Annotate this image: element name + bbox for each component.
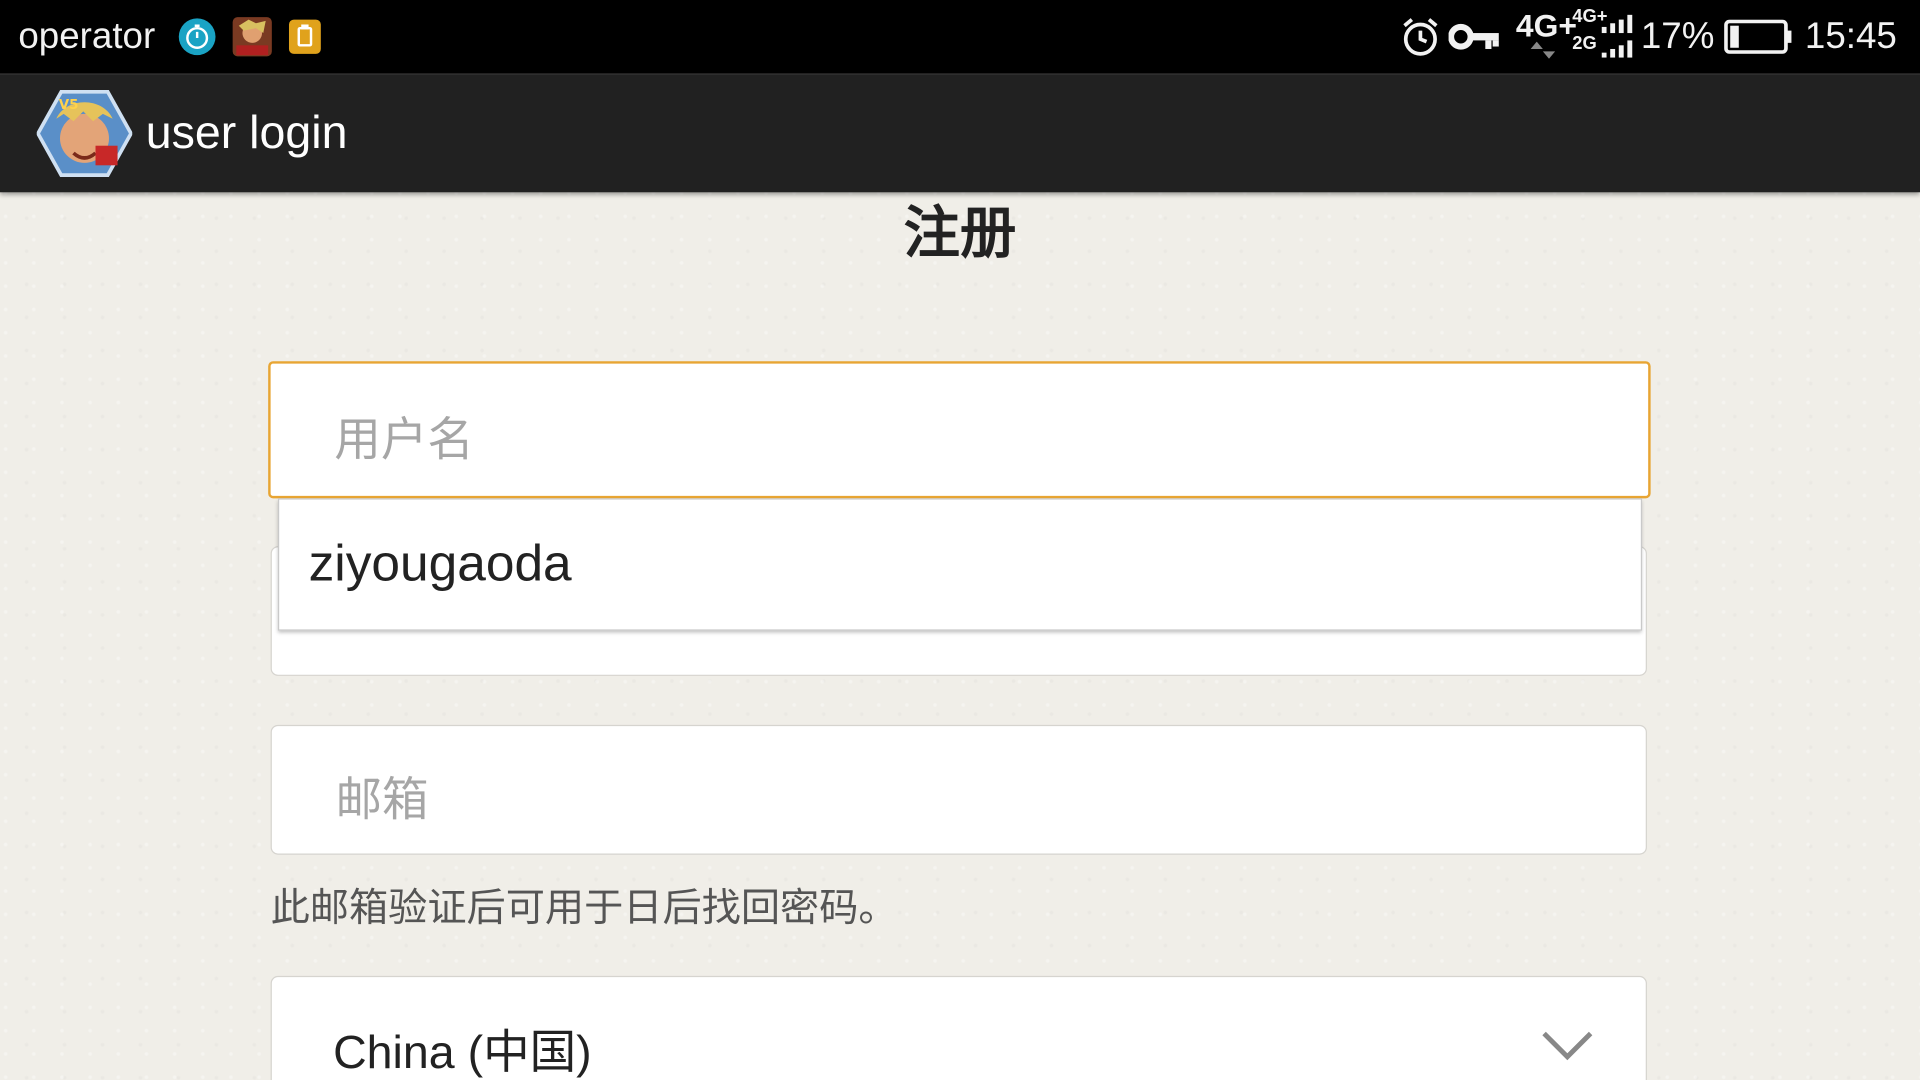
status-bar: operator 4G+ 4G+ 2G 17% 15:45 — [0, 0, 1920, 74]
page-title: 注册 — [903, 199, 1017, 266]
app-avatar-icon[interactable]: V5 — [35, 89, 134, 182]
autocomplete-dropdown: ziyougaoda — [277, 498, 1643, 631]
app-title: user login — [145, 107, 348, 160]
battery-icon — [1724, 19, 1793, 59]
email-helper-text: 此邮箱验证后可用于日后找回密码。 — [270, 884, 898, 931]
action-bar: V5 user login — [0, 73, 1920, 193]
country-select-value: China (中国) — [333, 1027, 592, 1079]
email-field[interactable]: 邮箱 — [270, 724, 1647, 855]
battery-fill — [1730, 25, 1739, 48]
app-screen: operator 4G+ 4G+ 2G 17% 15:45 V5 user lo… — [0, 0, 1920, 1080]
network-type-secondary-bottom: 2G — [1572, 33, 1597, 54]
timer-icon — [178, 17, 217, 61]
chevron-down-icon — [1540, 1026, 1594, 1068]
svg-text:V5: V5 — [59, 98, 79, 113]
username-field[interactable]: 用户名 — [268, 361, 1651, 499]
key-icon — [1447, 22, 1500, 56]
signal-icon — [1601, 14, 1634, 64]
data-activity-icon — [1530, 40, 1556, 63]
game-notification-icon — [231, 16, 273, 63]
clock: 15:45 — [1804, 15, 1897, 57]
email-placeholder: 邮箱 — [335, 772, 429, 827]
carrier-name: operator — [18, 15, 156, 57]
username-placeholder: 用户名 — [334, 412, 474, 467]
clipboard-notification-icon — [288, 18, 322, 60]
alarm-icon — [1400, 16, 1442, 63]
autocomplete-suggestion[interactable]: ziyougaoda — [309, 534, 572, 593]
country-select[interactable]: China (中国) — [270, 975, 1647, 1080]
battery-percent: 17% — [1640, 15, 1715, 57]
